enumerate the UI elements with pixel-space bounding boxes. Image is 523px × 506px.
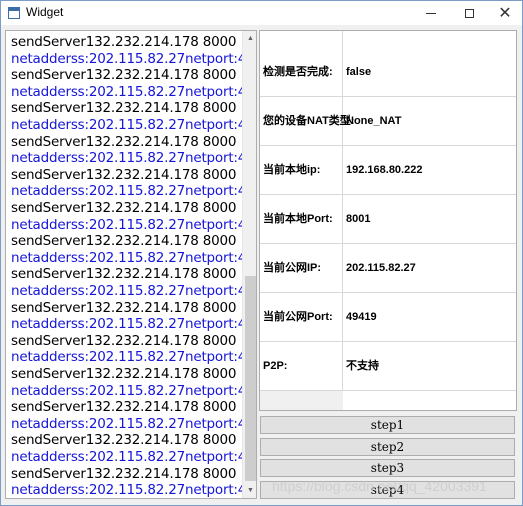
log-line-send: sendServer132.232.214.178 8000: [11, 133, 237, 150]
row-value[interactable]: None_NAT: [346, 97, 401, 146]
close-icon: ✕: [498, 3, 512, 22]
row-value[interactable]: false: [346, 48, 371, 97]
row-label: 当前公网Port:: [263, 311, 333, 323]
minimize-icon: [426, 12, 436, 14]
log-line-send: sendServer132.232.214.178 8000: [11, 166, 237, 183]
step3-button[interactable]: step3: [260, 459, 515, 477]
log-line-netaddress: netadderss:202.115.82.27netport:4: [11, 150, 247, 167]
log-line-netaddress: netadderss:202.115.82.27netport:4: [11, 50, 247, 67]
nat-info-table: 检测是否完成: false 您的设备NAT类型: None_NAT 当前本地ip: 192…: [259, 30, 517, 411]
row-value[interactable]: 49419: [346, 293, 377, 342]
step1-button[interactable]: step1: [260, 416, 515, 434]
log-line-send: sendServer132.232.214.178 8000: [11, 100, 237, 117]
row-value[interactable]: 202.115.82.27: [346, 244, 416, 293]
log-line-netaddress: netadderss:202.115.82.27netport:4: [11, 117, 247, 133]
log-line-netaddress: netadderss:202.115.82.27netport:4: [11, 482, 247, 499]
row-value[interactable]: 8001: [346, 195, 370, 244]
log-line-send: sendServer132.232.214.178 8000: [11, 366, 237, 382]
close-button[interactable]: ✕: [487, 1, 523, 25]
table-row[interactable]: 当前本地Port: 8001: [260, 195, 516, 244]
log-line-netaddress: netadderss:202.115.82.27netport:4: [11, 382, 247, 399]
row-label: 检测是否完成:: [263, 66, 333, 78]
log-line-send: sendServer132.232.214.178 8000: [11, 67, 237, 84]
table-row[interactable]: 当前公网IP: 202.115.82.27: [260, 244, 516, 293]
title-bar[interactable]: Widget ✕: [1, 1, 522, 25]
log-line-send: sendServer132.232.214.178 8000: [11, 399, 237, 416]
scrollbar-thumb[interactable]: [245, 276, 256, 481]
log-line-send: sendServer132.232.214.178 8000: [11, 299, 237, 316]
row-label: 当前公网IP:: [263, 262, 322, 274]
table-row[interactable]: P2P: 不支持: [260, 342, 516, 391]
log-line-send: sendServer132.232.214.178 8000: [11, 34, 237, 50]
scroll-up-arrow-icon[interactable]: ▲: [243, 31, 256, 46]
table-row[interactable]: 当前公网Port: 49419: [260, 293, 516, 342]
row-label: 您的设备NAT类型:: [263, 115, 355, 127]
table-row[interactable]: 检测是否完成: false: [260, 48, 516, 97]
row-label: 当前本地Port:: [263, 213, 333, 225]
row-value[interactable]: 不支持: [346, 342, 379, 391]
log-line-netaddress: netadderss:202.115.82.27netport:4: [11, 415, 247, 432]
window-app-icon: [8, 7, 20, 19]
minimize-button[interactable]: [413, 1, 449, 25]
watermark: https://blog.csdn.net/qq_42003391: [272, 478, 487, 494]
log-line-send: sendServer132.232.214.178 8000: [11, 200, 237, 216]
log-line-netaddress: netadderss:202.115.82.27netport:4: [11, 283, 247, 299]
log-line-send: sendServer132.232.214.178 8000: [11, 465, 237, 482]
table-header-filler: [260, 390, 343, 410]
window-title: Widget: [26, 5, 64, 19]
log-line-netaddress: netadderss:202.115.82.27netport:4: [11, 249, 247, 266]
log-line-send: sendServer132.232.214.178 8000: [11, 266, 237, 283]
maximize-button[interactable]: [451, 1, 487, 25]
log-line-send: sendServer132.232.214.178 8000: [11, 432, 237, 449]
log-line-netaddress: netadderss:202.115.82.27netport:4: [11, 449, 247, 465]
maximize-icon: [464, 8, 474, 18]
scroll-down-arrow-icon[interactable]: ▼: [243, 483, 256, 498]
row-label: P2P:: [263, 360, 288, 372]
log-line-netaddress: netadderss:202.115.82.27netport:4: [11, 183, 247, 200]
log-scrollbar[interactable]: ▲ ▼: [242, 31, 256, 498]
row-value[interactable]: 192.168.80.222: [346, 146, 422, 195]
table-row[interactable]: 您的设备NAT类型: None_NAT: [260, 97, 516, 146]
row-label: 当前本地ip:: [263, 164, 321, 176]
log-line-send: sendServer132.232.214.178 8000: [11, 332, 237, 349]
log-line-send: sendServer132.232.214.178 8000: [11, 233, 237, 250]
table-row[interactable]: 当前本地ip: 192.168.80.222: [260, 146, 516, 195]
log-line-netaddress: netadderss:202.115.82.27netport:4: [11, 316, 247, 333]
log-line-netaddress: netadderss:202.115.82.27netport:4: [11, 216, 247, 233]
log-line-netaddress: netadderss:202.115.82.27netport:4: [11, 83, 247, 100]
log-line-netaddress: netadderss:202.115.82.27netport:4: [11, 349, 247, 366]
log-list[interactable]: sendServer132.232.214.178 8000 netadderss…: [5, 30, 257, 499]
step2-button[interactable]: step2: [260, 438, 515, 456]
